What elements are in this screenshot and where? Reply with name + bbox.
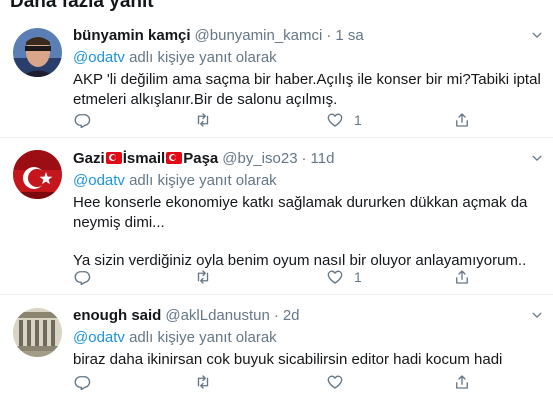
display-name-part: İsmail xyxy=(122,150,166,167)
share-icon xyxy=(456,375,468,389)
retweet-button[interactable] xyxy=(194,267,222,287)
reply-mention[interactable]: @odatv xyxy=(73,329,125,346)
handle[interactable]: @by_iso23 xyxy=(222,149,297,169)
avatar[interactable] xyxy=(13,28,62,77)
timestamp[interactable]: 1 sa xyxy=(335,26,363,46)
like-icon xyxy=(327,375,343,389)
tweet-header: bünyamin kamçi @bunyamin_kamci · 1 sa xyxy=(73,26,543,46)
reply-icon xyxy=(74,376,91,391)
share-icon xyxy=(456,113,468,127)
display-name[interactable]: bünyamin kamçi xyxy=(73,26,191,46)
reply-prefix: adlı kişiye yanıt olarak xyxy=(129,49,277,66)
tweet-text: Hee konserle ekonomiye katkı sağlamak du… xyxy=(73,193,543,271)
display-name[interactable]: enough said xyxy=(73,306,161,326)
avatar-image xyxy=(13,28,62,77)
timestamp[interactable]: 2d xyxy=(283,306,300,326)
tweet-header: Gazi İsmail Paşa @by_iso23 · 11d xyxy=(73,149,543,169)
share-button[interactable] xyxy=(453,267,471,287)
like-icon xyxy=(327,270,343,284)
retweet-icon xyxy=(197,270,209,284)
reply-prefix: adlı kişiye yanıt olarak xyxy=(129,172,277,189)
reply-mention[interactable]: @odatv xyxy=(73,172,125,189)
tweet-actions: 1 xyxy=(73,267,473,287)
share-button[interactable] xyxy=(453,110,471,130)
share-button[interactable] xyxy=(453,372,471,392)
tweet-actions: 1 xyxy=(73,110,473,130)
tweet-text: biraz daha ikinirsan cok buyuk sicabilir… xyxy=(73,350,543,370)
retweet-button[interactable] xyxy=(194,110,222,130)
like-icon xyxy=(327,113,343,127)
tweet-text: AKP 'li değilim ama saçma bir haber.Açıl… xyxy=(73,70,543,110)
timestamp[interactable]: 11d xyxy=(311,149,335,169)
reply-prefix: adlı kişiye yanıt olarak xyxy=(129,329,277,346)
reply-icon xyxy=(74,114,91,129)
handle[interactable]: @bunyamin_kamci xyxy=(195,26,323,46)
reply-mention[interactable]: @odatv xyxy=(73,49,125,66)
like-count: 1 xyxy=(354,269,362,285)
separator-dot: · xyxy=(326,27,332,44)
retweet-icon xyxy=(197,113,209,127)
turkey-flag-icon xyxy=(105,152,122,164)
display-name[interactable]: Gazi İsmail Paşa xyxy=(73,149,218,169)
tweet-text-line: AKP 'li değilim ama saçma bir haber.Açıl… xyxy=(73,71,541,108)
avatar-image xyxy=(13,308,62,357)
tweet-2[interactable]: Gazi İsmail Paşa @by_iso23 · 11d @odatv ad… xyxy=(0,139,553,295)
tweet-text-line: Hee konserle ekonomiye katkı sağlamak du… xyxy=(73,194,528,231)
handle[interactable]: @aklLdanustun xyxy=(165,306,269,326)
like-button[interactable]: 1 xyxy=(326,267,362,287)
retweet-button[interactable] xyxy=(194,372,222,392)
like-count: 1 xyxy=(354,112,362,128)
retweet-icon xyxy=(197,375,209,389)
tweet-1[interactable]: bünyamin kamçi @bunyamin_kamci · 1 sa @o… xyxy=(0,14,553,138)
reply-button[interactable] xyxy=(73,372,101,392)
reply-button[interactable] xyxy=(73,110,101,130)
chevron-down-icon[interactable] xyxy=(527,28,547,48)
reply-context: @odatv adlı kişiye yanıt olarak xyxy=(73,171,543,191)
avatar[interactable] xyxy=(13,150,62,199)
tweet-actions xyxy=(73,372,473,392)
chevron-down-icon[interactable] xyxy=(527,308,547,328)
tweet-text-line: biraz daha ikinirsan cok buyuk sicabilir… xyxy=(73,351,503,368)
avatar[interactable] xyxy=(13,308,62,357)
display-name-part: Gazi xyxy=(73,150,105,167)
separator-dot: · xyxy=(301,150,307,167)
tweet-3[interactable]: enough said @aklLdanustun · 2d @odatv ad… xyxy=(0,296,553,420)
separator-dot: · xyxy=(273,307,279,324)
avatar-image xyxy=(13,150,62,199)
like-button[interactable]: 1 xyxy=(326,110,362,130)
display-name-part: Paşa xyxy=(183,150,219,167)
reply-context: @odatv adlı kişiye yanıt olarak xyxy=(73,328,543,348)
reply-button[interactable] xyxy=(73,267,101,287)
like-button[interactable] xyxy=(326,372,354,392)
reply-context: @odatv adlı kişiye yanıt olarak xyxy=(73,48,543,68)
section-title: Daha fazla yanıt xyxy=(10,0,154,12)
chevron-down-icon[interactable] xyxy=(527,151,547,171)
tweet-header: enough said @aklLdanustun · 2d xyxy=(73,306,543,326)
reply-icon xyxy=(74,271,91,286)
share-icon xyxy=(456,270,468,284)
turkey-flag-icon xyxy=(166,152,183,164)
